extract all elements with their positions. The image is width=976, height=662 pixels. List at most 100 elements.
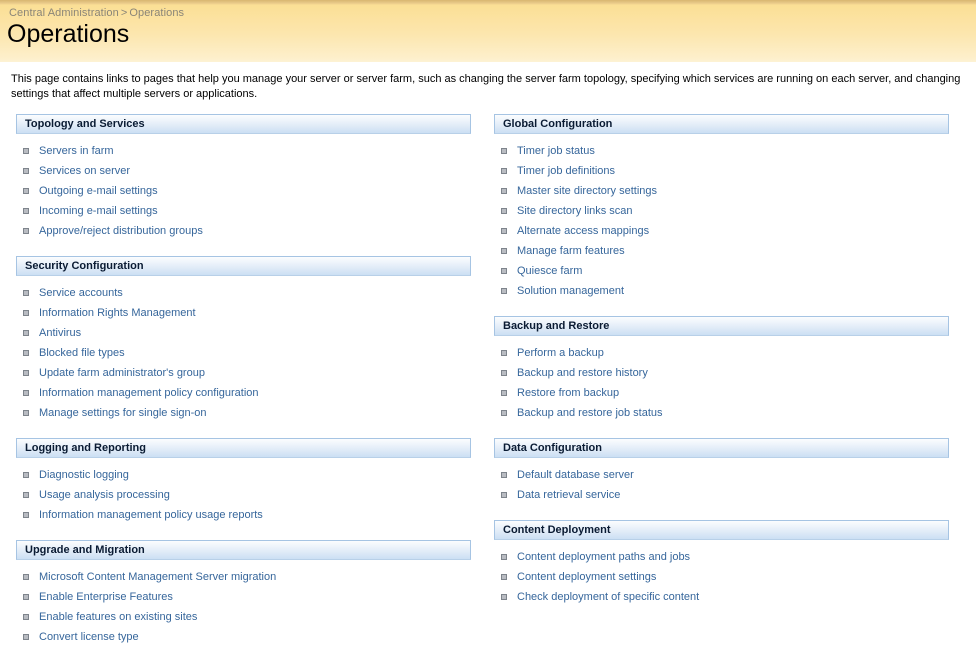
list-item[interactable]: Data retrieval service (494, 485, 949, 505)
link-quiesce-farm[interactable]: Quiesce farm (517, 265, 582, 277)
link-enable-features-on-existing-sites[interactable]: Enable features on existing sites (39, 611, 197, 623)
link-service-accounts[interactable]: Service accounts (39, 287, 123, 299)
link-site-directory-links-scan[interactable]: Site directory links scan (517, 205, 633, 217)
link-content-deployment-settings[interactable]: Content deployment settings (517, 571, 656, 583)
list-item[interactable]: Timer job definitions (494, 161, 949, 181)
list-item[interactable]: Solution management (494, 281, 949, 301)
list-item[interactable]: Restore from backup (494, 383, 949, 403)
link-microsoft-content-management-server-migration[interactable]: Microsoft Content Management Server migr… (39, 571, 276, 583)
link-incoming-e-mail-settings[interactable]: Incoming e-mail settings (39, 205, 158, 217)
section-body-topology-and-services: Servers in farm Services on server Outgoin… (16, 134, 471, 247)
list-item[interactable]: Backup and restore history (494, 363, 949, 383)
link-enable-enterprise-features[interactable]: Enable Enterprise Features (39, 591, 173, 603)
square-bullet-icon (23, 310, 29, 316)
section-header-upgrade-and-migration: Upgrade and Migration (16, 540, 471, 560)
section-header-data-configuration: Data Configuration (494, 438, 949, 458)
list-item[interactable]: Microsoft Content Management Server migr… (16, 567, 471, 587)
link-diagnostic-logging[interactable]: Diagnostic logging (39, 469, 129, 481)
link-manage-settings-for-single-sign-on[interactable]: Manage settings for single sign-on (39, 407, 207, 419)
list-item[interactable]: Timer job status (494, 141, 949, 161)
square-bullet-icon (501, 472, 507, 478)
link-backup-and-restore-history[interactable]: Backup and restore history (517, 367, 648, 379)
list-item[interactable]: Content deployment paths and jobs (494, 547, 949, 567)
left-column: Topology and Services Servers in farm Serv… (16, 114, 471, 662)
section-body-global-configuration: Timer job status Timer job definitions Mas… (494, 134, 949, 307)
list-item[interactable]: Antivirus (16, 323, 471, 343)
breadcrumb-link-central-administration[interactable]: Central Administration (9, 7, 119, 19)
link-restore-from-backup[interactable]: Restore from backup (517, 387, 619, 399)
link-data-retrieval-service[interactable]: Data retrieval service (517, 489, 620, 501)
list-item[interactable]: Incoming e-mail settings (16, 201, 471, 221)
list-item[interactable]: Update farm administrator's group (16, 363, 471, 383)
list-item[interactable]: Enable Enterprise Features (16, 587, 471, 607)
link-antivirus[interactable]: Antivirus (39, 327, 81, 339)
link-information-management-policy-usage-reports[interactable]: Information management policy usage repo… (39, 509, 263, 521)
link-outgoing-e-mail-settings[interactable]: Outgoing e-mail settings (39, 185, 158, 197)
list-item[interactable]: Alternate access mappings (494, 221, 949, 241)
list-item[interactable]: Backup and restore job status (494, 403, 949, 423)
link-servers-in-farm[interactable]: Servers in farm (39, 145, 114, 157)
list-item[interactable]: Information management policy usage repo… (16, 505, 471, 525)
list-item[interactable]: Enable features on existing sites (16, 607, 471, 627)
square-bullet-icon (23, 290, 29, 296)
link-alternate-access-mappings[interactable]: Alternate access mappings (517, 225, 649, 237)
list-item[interactable]: Services on server (16, 161, 471, 181)
section-data-configuration: Data Configuration Default database serve… (494, 438, 949, 511)
link-content-deployment-paths-and-jobs[interactable]: Content deployment paths and jobs (517, 551, 690, 563)
link-blocked-file-types[interactable]: Blocked file types (39, 347, 125, 359)
link-list-logging-and-reporting: Diagnostic logging Usage analysis process… (16, 465, 471, 525)
link-backup-and-restore-job-status[interactable]: Backup and restore job status (517, 407, 663, 419)
list-item[interactable]: Check deployment of specific content (494, 587, 949, 607)
list-item[interactable]: Manage settings for single sign-on (16, 403, 471, 423)
list-item[interactable]: Site directory links scan (494, 201, 949, 221)
list-item[interactable]: Usage analysis processing (16, 485, 471, 505)
link-default-database-server[interactable]: Default database server (517, 469, 634, 481)
link-solution-management[interactable]: Solution management (517, 285, 624, 297)
square-bullet-icon (501, 148, 507, 154)
list-item[interactable]: Information management policy configurat… (16, 383, 471, 403)
list-item[interactable]: Content deployment settings (494, 567, 949, 587)
link-master-site-directory-settings[interactable]: Master site directory settings (517, 185, 657, 197)
section-backup-and-restore: Backup and Restore Perform a backup Backup… (494, 316, 949, 429)
link-convert-license-type[interactable]: Convert license type (39, 631, 139, 643)
list-item[interactable]: Manage farm features (494, 241, 949, 261)
section-security-configuration: Security Configuration Service accounts In… (16, 256, 471, 429)
list-item[interactable]: Blocked file types (16, 343, 471, 363)
list-item[interactable]: Service accounts (16, 283, 471, 303)
square-bullet-icon (501, 574, 507, 580)
list-item[interactable]: Approve/reject distribution groups (16, 221, 471, 241)
list-item[interactable]: Quiesce farm (494, 261, 949, 281)
square-bullet-icon (23, 472, 29, 478)
link-perform-a-backup[interactable]: Perform a backup (517, 347, 604, 359)
square-bullet-icon (501, 228, 507, 234)
square-bullet-icon (23, 512, 29, 518)
list-item[interactable]: Diagnostic logging (16, 465, 471, 485)
square-bullet-icon (23, 492, 29, 498)
list-item[interactable]: Perform a backup (494, 343, 949, 363)
section-global-configuration: Global Configuration Timer job status Time… (494, 114, 949, 307)
square-bullet-icon (501, 288, 507, 294)
list-item[interactable]: Outgoing e-mail settings (16, 181, 471, 201)
square-bullet-icon (23, 228, 29, 234)
section-header-backup-and-restore: Backup and Restore (494, 316, 949, 336)
link-timer-job-definitions[interactable]: Timer job definitions (517, 165, 615, 177)
list-item[interactable]: Default database server (494, 465, 949, 485)
list-item[interactable]: Servers in farm (16, 141, 471, 161)
square-bullet-icon (501, 554, 507, 560)
link-information-rights-management[interactable]: Information Rights Management (39, 307, 196, 319)
section-body-data-configuration: Default database server Data retrieval se… (494, 458, 949, 511)
list-item[interactable]: Master site directory settings (494, 181, 949, 201)
link-check-deployment-of-specific-content[interactable]: Check deployment of specific content (517, 591, 699, 603)
section-logging-and-reporting: Logging and Reporting Diagnostic logging U… (16, 438, 471, 531)
list-item[interactable]: Convert license type (16, 627, 471, 647)
link-information-management-policy-configuration[interactable]: Information management policy configurat… (39, 387, 259, 399)
link-manage-farm-features[interactable]: Manage farm features (517, 245, 625, 257)
list-item[interactable]: Information Rights Management (16, 303, 471, 323)
link-services-on-server[interactable]: Services on server (39, 165, 130, 177)
square-bullet-icon (23, 330, 29, 336)
link-timer-job-status[interactable]: Timer job status (517, 145, 595, 157)
link-update-farm-administrator-s-group[interactable]: Update farm administrator's group (39, 367, 205, 379)
link-approve-reject-distribution-groups[interactable]: Approve/reject distribution groups (39, 225, 203, 237)
link-usage-analysis-processing[interactable]: Usage analysis processing (39, 489, 170, 501)
section-header-security-configuration: Security Configuration (16, 256, 471, 276)
